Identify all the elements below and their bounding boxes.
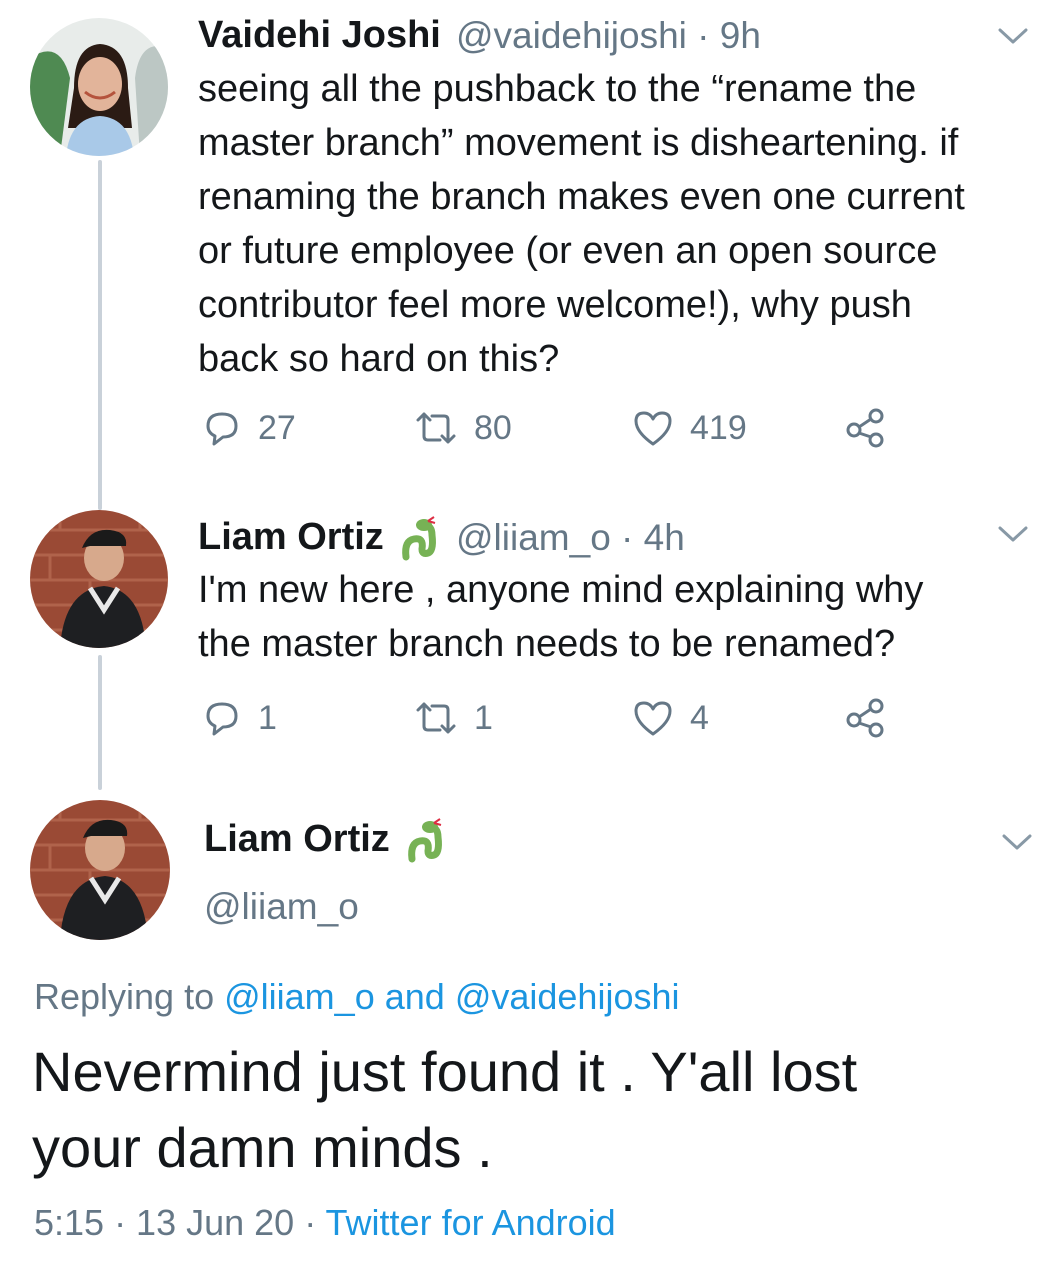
chevron-down-icon[interactable] (992, 512, 1034, 554)
tweet-actions: 1 1 4 (200, 692, 900, 744)
tweet-text-line: back so hard on this? (198, 338, 560, 380)
author-name[interactable]: Liam Ortiz (198, 516, 384, 559)
replying-to: Replying to @liiam_o and @vaidehijoshi (34, 976, 680, 1018)
author-name[interactable]: Vaidehi Joshi (198, 14, 441, 57)
main-tweet-text: Nevermind just found it . Y'all lost you… (32, 1034, 1032, 1186)
handle-and-time[interactable]: @liiam_o · 4h (456, 517, 685, 559)
heart-icon (634, 701, 672, 736)
mention-link[interactable]: @vaidehijoshi (455, 976, 680, 1017)
tweet-actions: 27 80 419 (200, 402, 900, 454)
tweet-text-line: Nevermind just found it . Y'all lost (32, 1040, 858, 1103)
and-word: and (384, 976, 445, 1017)
snake-icon (402, 516, 436, 561)
retweet-icon (416, 412, 456, 444)
like-button[interactable]: 419 (630, 402, 747, 454)
avatar[interactable] (30, 800, 170, 940)
reply-count: 27 (258, 408, 296, 447)
like-count: 419 (690, 408, 747, 447)
tweet-text-line: renaming the branch makes even one curre… (198, 176, 965, 218)
mention-link[interactable]: @liiam_o (224, 976, 375, 1017)
tweet-text-line: contributor feel more welcome!), why pus… (198, 284, 912, 326)
share-icon (846, 408, 884, 448)
thread-connector-line (98, 160, 102, 510)
reply-icon (206, 702, 238, 736)
tweet-text-line: your damn minds . (32, 1116, 493, 1179)
author-handle[interactable]: @liiam_o (204, 886, 359, 928)
like-count: 4 (690, 698, 709, 737)
tweet-footer: 5:15 · 13 Jun 20 · Twitter for Android (34, 1202, 616, 1244)
snake-icon (408, 818, 442, 863)
retweet-button[interactable]: 80 (412, 402, 512, 454)
tweet-text: seeing all the pushback to the “rename t… (198, 62, 1038, 386)
heart-icon (634, 411, 672, 446)
handle-and-time[interactable]: @vaidehijoshi · 9h (456, 15, 761, 57)
timestamp[interactable]: 5:15 · 13 Jun 20 · (34, 1202, 316, 1243)
tweet-text-line: or future employee (or even an open sour… (198, 230, 938, 272)
retweet-count: 80 (474, 408, 512, 447)
reply-button[interactable]: 27 (200, 402, 296, 454)
chevron-down-icon[interactable] (992, 14, 1034, 56)
chevron-down-icon[interactable] (996, 820, 1038, 862)
retweet-icon (416, 702, 456, 734)
tweet-text-line: master branch” movement is disheartening… (198, 122, 959, 164)
retweet-button[interactable]: 1 (412, 692, 493, 744)
like-button[interactable]: 4 (630, 692, 709, 744)
tweet-text-line: I'm new here , anyone mind explaining wh… (198, 569, 924, 611)
reply-count: 1 (258, 698, 277, 737)
share-button[interactable] (844, 402, 888, 454)
share-button[interactable] (844, 692, 888, 744)
retweet-count: 1 (474, 698, 493, 737)
source-link[interactable]: Twitter for Android (326, 1202, 616, 1243)
replying-prefix: Replying to (34, 976, 215, 1017)
tweet-text-line: the master branch needs to be renamed? (198, 623, 896, 665)
reply-icon (206, 412, 238, 446)
tweet-text: I'm new here , anyone mind explaining wh… (198, 563, 1038, 671)
avatar[interactable] (30, 510, 168, 648)
avatar[interactable] (30, 18, 168, 156)
reply-button[interactable]: 1 (200, 692, 277, 744)
thread-connector-line (98, 655, 102, 790)
share-icon (846, 698, 884, 738)
author-name[interactable]: Liam Ortiz (204, 818, 390, 861)
tweet-text-line: seeing all the pushback to the “rename t… (198, 68, 917, 110)
